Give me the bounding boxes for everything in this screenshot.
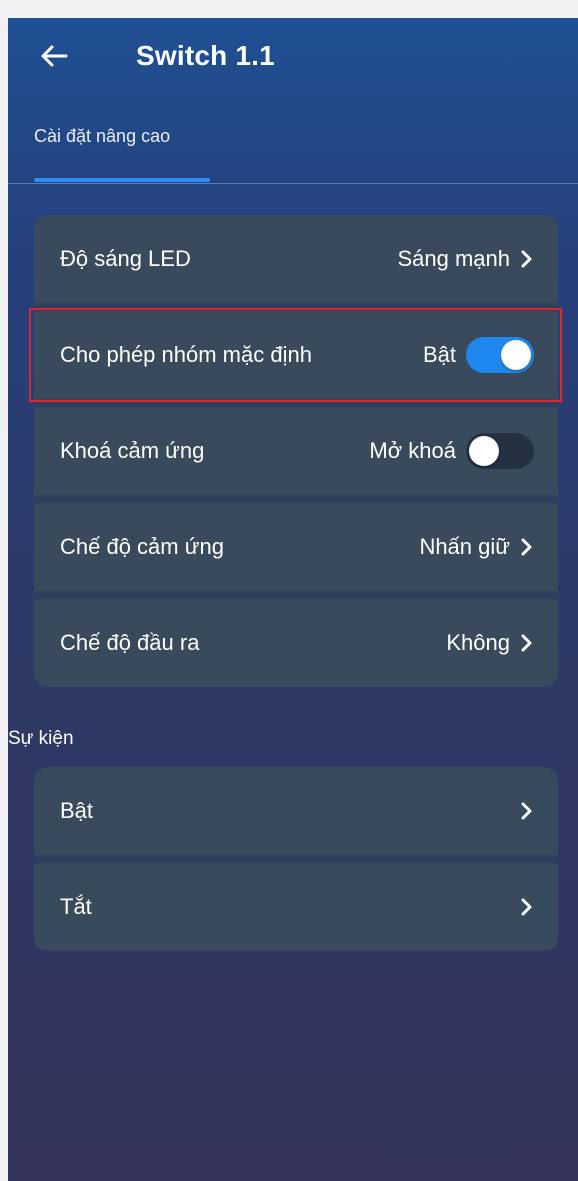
- arrow-left-icon: [41, 45, 68, 67]
- setting-row-touch-mode[interactable]: Chế độ cảm ứng Nhấn giữ: [34, 495, 558, 591]
- default-group-toggle[interactable]: [466, 337, 534, 373]
- setting-row-output-mode[interactable]: Chế độ đầu ra Không: [34, 591, 558, 687]
- events-card: Bật Tắt: [34, 767, 558, 951]
- chevron-right-icon: [520, 538, 534, 556]
- setting-row-default-group: Cho phép nhóm mặc định Bật: [34, 303, 558, 399]
- touch-lock-toggle[interactable]: [466, 433, 534, 469]
- setting-label: Chế độ đầu ra: [60, 630, 200, 655]
- page-title: Switch 1.1: [136, 40, 275, 71]
- setting-label: Độ sáng LED: [60, 246, 191, 271]
- chevron-right-icon: [520, 802, 534, 820]
- app-header: Switch 1.1: [8, 18, 578, 98]
- setting-value: Nhấn giữ: [419, 534, 510, 559]
- app-screen: Switch 1.1 Cài đặt nâng cao Độ sáng LED …: [8, 18, 578, 1181]
- setting-label: Khoá cảm ứng: [60, 438, 205, 463]
- header-divider: [8, 183, 578, 184]
- setting-value: Bật: [422, 342, 456, 367]
- event-label: Bật: [60, 798, 94, 823]
- tab-advanced-settings[interactable]: Cài đặt nâng cao: [34, 126, 170, 147]
- chevron-right-icon: [520, 250, 534, 268]
- setting-value: Mở khoá: [369, 438, 456, 463]
- setting-value: Không: [446, 630, 510, 655]
- toggle-knob: [501, 340, 531, 370]
- setting-label: Cho phép nhóm mặc định: [60, 342, 312, 367]
- events-section-title: Sự kiện: [8, 728, 74, 749]
- active-tab-indicator: [34, 178, 210, 182]
- back-button[interactable]: [34, 36, 74, 76]
- setting-label: Chế độ cảm ứng: [60, 534, 224, 559]
- settings-card: Độ sáng LED Sáng mạnh Cho phép nhóm mặc …: [34, 215, 558, 687]
- setting-row-led-brightness[interactable]: Độ sáng LED Sáng mạnh: [34, 215, 558, 303]
- event-row-off[interactable]: Tắt: [34, 855, 558, 951]
- event-label: Tắt: [60, 894, 92, 919]
- toggle-knob: [469, 436, 499, 466]
- setting-value: Sáng mạnh: [397, 246, 510, 271]
- event-row-on[interactable]: Bật: [34, 767, 558, 855]
- tab-bar: Cài đặt nâng cao: [8, 118, 578, 188]
- chevron-right-icon: [520, 898, 534, 916]
- setting-row-touch-lock: Khoá cảm ứng Mở khoá: [34, 399, 558, 495]
- chevron-right-icon: [520, 634, 534, 652]
